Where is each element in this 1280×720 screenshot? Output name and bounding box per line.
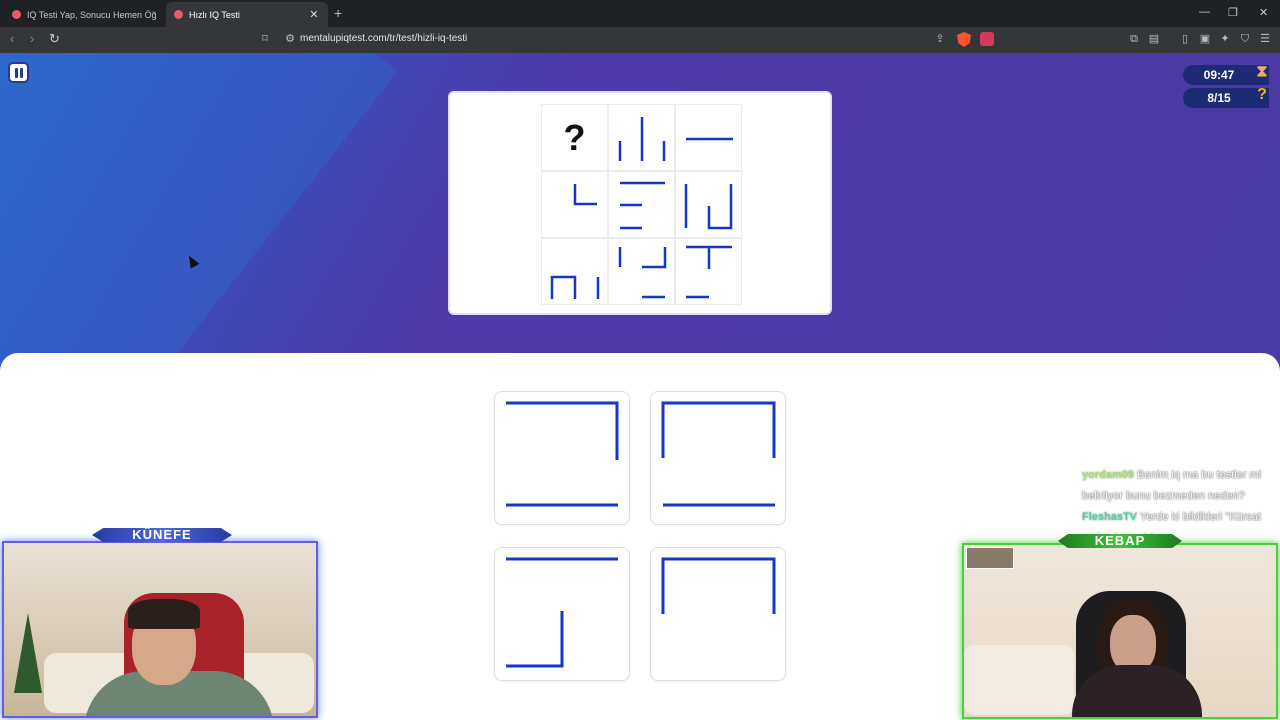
close-window-button[interactable]: ✕ [1259, 6, 1268, 19]
bookmark-icon[interactable]: ⌑ [258, 32, 272, 46]
missing-cell: ? [541, 104, 608, 171]
browser-toolbar: ‹ › ↻ ⌑ ⚙ mentalupiqtest.com/tr/test/hiz… [0, 27, 1280, 53]
tab-hizli-iq-testi[interactable]: Hızlı IQ Testi ✕ [166, 2, 328, 27]
sidebar-icon[interactable]: ▯ [1178, 32, 1192, 46]
puzzle-cell [675, 171, 742, 238]
extensions-icon[interactable]: ⧉ [1127, 32, 1141, 46]
progress-badge: 8/15 ? [1183, 86, 1269, 108]
puzzle-cell [541, 171, 608, 238]
puzzle-card: ? [448, 91, 832, 315]
timer-badge: 09:47 ⧗ [1183, 63, 1269, 85]
avatar [966, 547, 1014, 569]
pause-button[interactable] [8, 62, 29, 83]
back-icon[interactable]: ‹ [10, 31, 14, 46]
background-decoration [0, 53, 398, 373]
chat-username: yordam09 [1082, 469, 1134, 481]
answer-option-1[interactable] [494, 391, 630, 525]
answer-option-3[interactable] [494, 547, 630, 681]
timer-value: 09:47 [1203, 68, 1235, 82]
puzzle-grid: ? [541, 104, 742, 305]
answer-option-2[interactable] [650, 391, 786, 525]
share-icon[interactable]: ⇪ [933, 32, 947, 46]
webcam-right-label: KEBAP [1058, 534, 1182, 548]
tab-iq-testi[interactable]: IQ Testi Yap, Sonucu Hemen Öğren [4, 2, 164, 27]
hourglass-icon: ⧗ [1256, 63, 1268, 80]
site-info-icon[interactable]: ⚙ [283, 32, 297, 46]
puzzle-cell [608, 171, 675, 238]
browser-tab-bar: IQ Testi Yap, Sonucu Hemen Öğren Hızlı I… [0, 0, 1280, 27]
sofa [964, 645, 1074, 715]
answer-option-4[interactable] [650, 547, 786, 681]
puzzle-cell [608, 104, 675, 171]
forward-icon[interactable]: › [30, 31, 34, 46]
wallet-icon[interactable]: ▣ [1198, 32, 1212, 46]
new-tab-button[interactable]: + [334, 5, 342, 21]
close-tab-icon[interactable]: ✕ [308, 8, 320, 21]
webcam-left-label: KÜNEFE [92, 528, 232, 542]
question-area: 09:47 ⧗ 8/15 ? ? [0, 53, 1280, 373]
puzzle-cell [541, 238, 608, 305]
restore-button[interactable]: ❐ [1228, 6, 1238, 19]
reading-list-icon[interactable]: ▤ [1147, 32, 1161, 46]
vpn-shield-icon[interactable]: ⛉ [1238, 32, 1252, 46]
brave-rewards-icon[interactable] [980, 32, 994, 46]
tab-title: Hızlı IQ Testi [189, 9, 240, 20]
chat-message: yordam09 Benim iq ma bu testler ml belir… [1082, 465, 1272, 507]
puzzle-cell [675, 238, 742, 305]
question-mark-icon: ? [1257, 86, 1267, 103]
brave-shields-icon[interactable] [957, 32, 971, 47]
site-favicon-icon [12, 10, 21, 19]
webcam-right [962, 543, 1278, 719]
reload-icon[interactable]: ↻ [49, 31, 60, 47]
tab-title: IQ Testi Yap, Sonucu Hemen Öğren [27, 9, 156, 20]
puzzle-cell [675, 104, 742, 171]
minimize-button[interactable]: — [1199, 6, 1210, 18]
webcam-left [2, 541, 318, 718]
missing-cell-mark: ? [563, 116, 586, 158]
puzzle-cell [608, 238, 675, 305]
progress-value: 8/15 [1207, 91, 1231, 105]
chat-username: FleshasTV [1082, 511, 1138, 523]
address-bar[interactable]: mentalupiqtest.com/tr/test/hizli-iq-test… [300, 33, 467, 44]
site-favicon-icon [174, 10, 183, 19]
christmas-tree [14, 613, 42, 693]
leo-ai-icon[interactable]: ✦ [1218, 32, 1232, 46]
menu-icon[interactable]: ☰ [1258, 32, 1272, 46]
streamer-hair [128, 599, 200, 629]
